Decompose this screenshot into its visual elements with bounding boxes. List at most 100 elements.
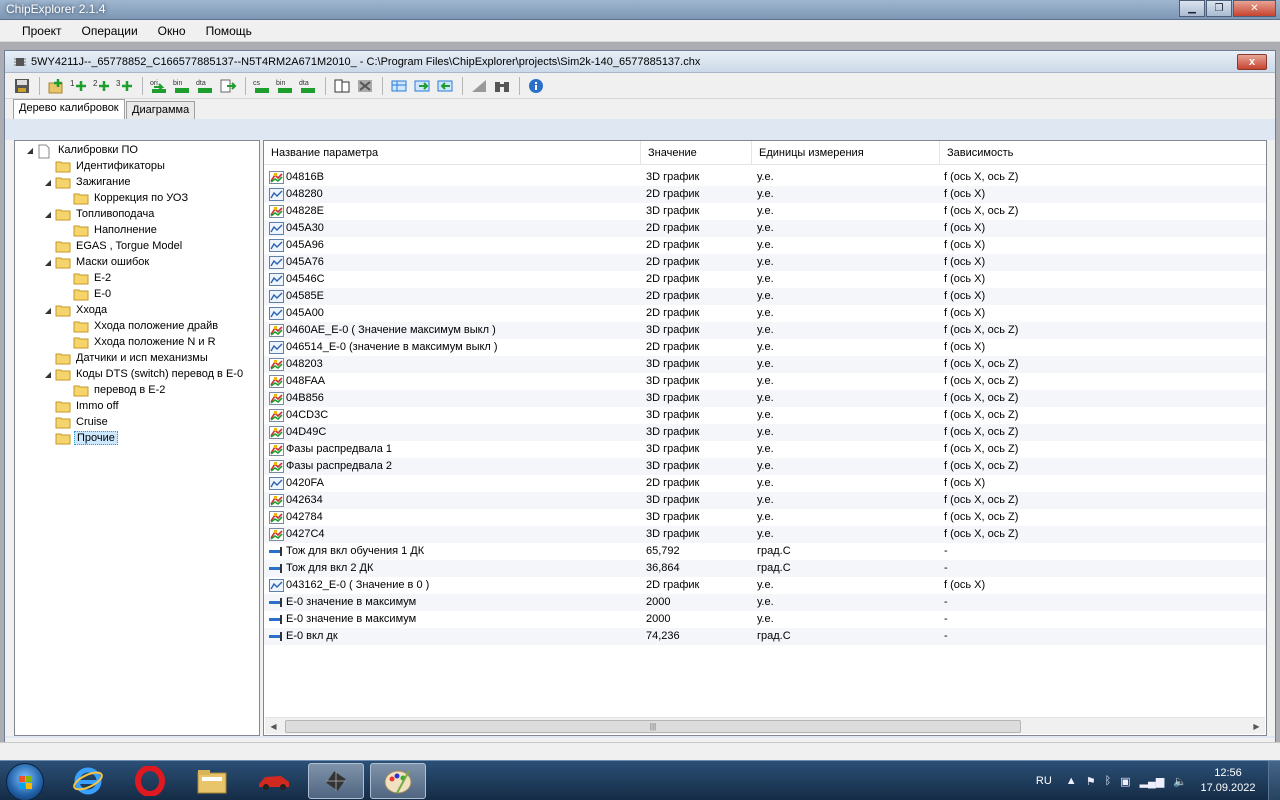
tree-item[interactable]: Коррекция по УОЗ bbox=[61, 190, 190, 206]
table-row[interactable]: 04CD3C 3D график у.е. f (ось X, ось Z) bbox=[264, 407, 1266, 424]
tree-item[interactable]: ◢ Ххода bbox=[43, 302, 109, 318]
device-icon[interactable]: ▣ bbox=[1120, 775, 1130, 788]
triangle-icon[interactable] bbox=[468, 76, 490, 96]
tree-item[interactable]: ◢ Маски ошибок bbox=[43, 254, 151, 270]
collapse-icon[interactable]: ◢ bbox=[43, 370, 53, 379]
column-header-value[interactable]: Значение bbox=[641, 141, 752, 165]
copy-icon[interactable] bbox=[331, 76, 353, 96]
column-header-dependency[interactable]: Зависимость bbox=[940, 141, 1266, 165]
tree-item[interactable]: Immo off bbox=[43, 398, 121, 414]
document-close-button[interactable]: x bbox=[1237, 54, 1267, 70]
collapse-icon[interactable]: ◢ bbox=[25, 146, 35, 155]
show-desktop-button[interactable] bbox=[1268, 761, 1280, 800]
add-folder-icon[interactable] bbox=[45, 76, 67, 96]
table-row[interactable]: 043162_E-0 ( Значение в 0 ) 2D график у.е.… bbox=[264, 577, 1266, 594]
start-button[interactable] bbox=[6, 763, 44, 800]
file-explorer-icon[interactable] bbox=[184, 763, 240, 799]
table-row[interactable]: 04585E 2D график у.е. f (ось X) bbox=[264, 288, 1266, 305]
tree-item[interactable]: Прочие bbox=[43, 430, 118, 446]
network-flag-icon[interactable]: ⚑ bbox=[1086, 775, 1096, 788]
table-row[interactable]: 048280 2D график у.е. f (ось X) bbox=[264, 186, 1266, 203]
table-row[interactable]: 04B856 3D график у.е. f (ось X, ось Z) bbox=[264, 390, 1266, 407]
table-row[interactable]: 04828E 3D график у.е. f (ось X, ось Z) bbox=[264, 203, 1266, 220]
column-header-units[interactable]: Единицы измерения bbox=[752, 141, 940, 165]
tree-item[interactable]: Cruise bbox=[43, 414, 110, 430]
table-row[interactable]: Тож для вкл 2 ДК 36,864 град.С - bbox=[264, 560, 1266, 577]
paint-icon[interactable] bbox=[370, 763, 426, 799]
import-bin-icon[interactable]: bin bbox=[171, 76, 193, 96]
tree-root[interactable]: ◢ Калибровки ПО bbox=[25, 142, 140, 158]
opera-icon[interactable] bbox=[122, 763, 178, 799]
compare-2-icon[interactable]: bin bbox=[274, 76, 296, 96]
tree-item[interactable]: Идентификаторы bbox=[43, 158, 167, 174]
add-1d-icon[interactable]: 1 bbox=[68, 76, 90, 96]
scroll-right-icon[interactable]: ▶ bbox=[1248, 718, 1265, 735]
table-row[interactable]: 046514_E-0 (значение в максимум выкл ) 2D… bbox=[264, 339, 1266, 356]
tree-item[interactable]: ◢ Коды DTS (switch) перевод в E-0 bbox=[43, 366, 245, 382]
table-row[interactable]: 0427C4 3D график у.е. f (ось X, ось Z) bbox=[264, 526, 1266, 543]
table-row[interactable]: E-0 значение в максимум 2000 у.е. - bbox=[264, 611, 1266, 628]
table-row[interactable]: E-0 вкл дк 74,236 град.С - bbox=[264, 628, 1266, 645]
tree-item[interactable]: Ххода положение N и R bbox=[61, 334, 218, 350]
chip-app-icon[interactable] bbox=[308, 763, 364, 799]
scroll-thumb[interactable]: ||| bbox=[285, 720, 1021, 733]
tree-item[interactable]: ◢ Топливоподача bbox=[43, 206, 156, 222]
table-row[interactable]: 042634 3D график у.е. f (ось X, ось Z) bbox=[264, 492, 1266, 509]
column-header-name[interactable]: Название параметра bbox=[264, 141, 641, 165]
internet-explorer-icon[interactable] bbox=[60, 763, 116, 799]
table-row[interactable]: 042784 3D график у.е. f (ось X, ось Z) bbox=[264, 509, 1266, 526]
horizontal-scrollbar[interactable]: ◀ ||| ▶ bbox=[265, 717, 1265, 734]
collapse-icon[interactable]: ◢ bbox=[43, 210, 53, 219]
table-row[interactable]: 04816B 3D график у.е. f (ось X, ось Z) bbox=[264, 169, 1266, 186]
tree-item[interactable]: перевод в E-2 bbox=[61, 382, 167, 398]
tree-item[interactable]: ◢ Зажигание bbox=[43, 174, 133, 190]
table-row[interactable]: 045A96 2D график у.е. f (ось X) bbox=[264, 237, 1266, 254]
table-row[interactable]: E-0 значение в максимум 2000 у.е. - bbox=[264, 594, 1266, 611]
table-row[interactable]: Тож для вкл обучения 1 ДК 65,792 град.С - bbox=[264, 543, 1266, 560]
table-row[interactable]: 04D49C 3D график у.е. f (ось X, ось Z) bbox=[264, 424, 1266, 441]
binoculars-icon[interactable] bbox=[491, 76, 513, 96]
table-row[interactable]: 0460AE_E-0 ( Значение максимум выкл ) 3D … bbox=[264, 322, 1266, 339]
scroll-left-icon[interactable]: ◀ bbox=[265, 718, 282, 735]
table-row[interactable]: Фазы распредвала 1 3D график у.е. f (ось X,… bbox=[264, 441, 1266, 458]
tree-item[interactable]: Наполнение bbox=[61, 222, 159, 238]
clock[interactable]: 12:56 17.09.2022 bbox=[1196, 766, 1260, 796]
compare-3-icon[interactable]: dta bbox=[297, 76, 319, 96]
import-dta-icon[interactable]: dta bbox=[194, 76, 216, 96]
table-row[interactable]: 045A00 2D график у.е. f (ось X) bbox=[264, 305, 1266, 322]
tab-diagram[interactable]: Диаграмма bbox=[126, 101, 196, 119]
table-icon[interactable] bbox=[388, 76, 410, 96]
tree-item[interactable]: Ххода положение драйв bbox=[61, 318, 220, 334]
parameters-grid[interactable]: Название параметра Значение Единицы изме… bbox=[263, 140, 1267, 736]
bluetooth-icon[interactable]: ᛒ bbox=[1105, 775, 1112, 787]
car-app-icon[interactable] bbox=[246, 763, 302, 799]
menu-help[interactable]: Помощь bbox=[196, 20, 262, 42]
table-row[interactable]: 045A30 2D график у.е. f (ось X) bbox=[264, 220, 1266, 237]
compare-1-icon[interactable]: cs bbox=[251, 76, 273, 96]
add-2d-icon[interactable]: 2 bbox=[91, 76, 113, 96]
table-import-icon[interactable] bbox=[434, 76, 456, 96]
table-row[interactable]: 048FAA 3D график у.е. f (ось X, ось Z) bbox=[264, 373, 1266, 390]
tree-item[interactable]: EGAS , Torgue Model bbox=[43, 238, 184, 254]
collapse-icon[interactable]: ◢ bbox=[43, 306, 53, 315]
maximize-button[interactable]: ❐ bbox=[1206, 0, 1232, 17]
import-ori-icon[interactable]: ori bbox=[148, 76, 170, 96]
table-row[interactable]: 048203 3D график у.е. f (ось X, ось Z) bbox=[264, 356, 1266, 373]
tray-expand-icon[interactable]: ▲ bbox=[1066, 775, 1077, 787]
tree-item[interactable]: Датчики и исп механизмы bbox=[43, 350, 210, 366]
table-row[interactable]: 04546C 2D график у.е. f (ось X) bbox=[264, 271, 1266, 288]
tree-item[interactable]: E-0 bbox=[61, 286, 113, 302]
collapse-icon[interactable]: ◢ bbox=[43, 258, 53, 267]
close-button[interactable]: ✕ bbox=[1233, 0, 1276, 17]
table-row[interactable]: Фазы распредвала 2 3D график у.е. f (ось X,… bbox=[264, 458, 1266, 475]
volume-icon[interactable]: 🔈 bbox=[1173, 775, 1187, 788]
export-icon[interactable] bbox=[217, 76, 239, 96]
minimize-button[interactable]: ▁ bbox=[1179, 0, 1205, 17]
save-icon[interactable] bbox=[11, 76, 33, 96]
tree-item[interactable]: E-2 bbox=[61, 270, 113, 286]
calibration-tree[interactable]: ◢ Калибровки ПО Идентификаторы ◢ Зажигание Ко… bbox=[14, 140, 260, 736]
info-icon[interactable] bbox=[525, 76, 547, 96]
add-3d-icon[interactable]: 3 bbox=[114, 76, 136, 96]
collapse-icon[interactable]: ◢ bbox=[43, 178, 53, 187]
signal-icon[interactable]: ▂▄▆ bbox=[1140, 775, 1165, 788]
